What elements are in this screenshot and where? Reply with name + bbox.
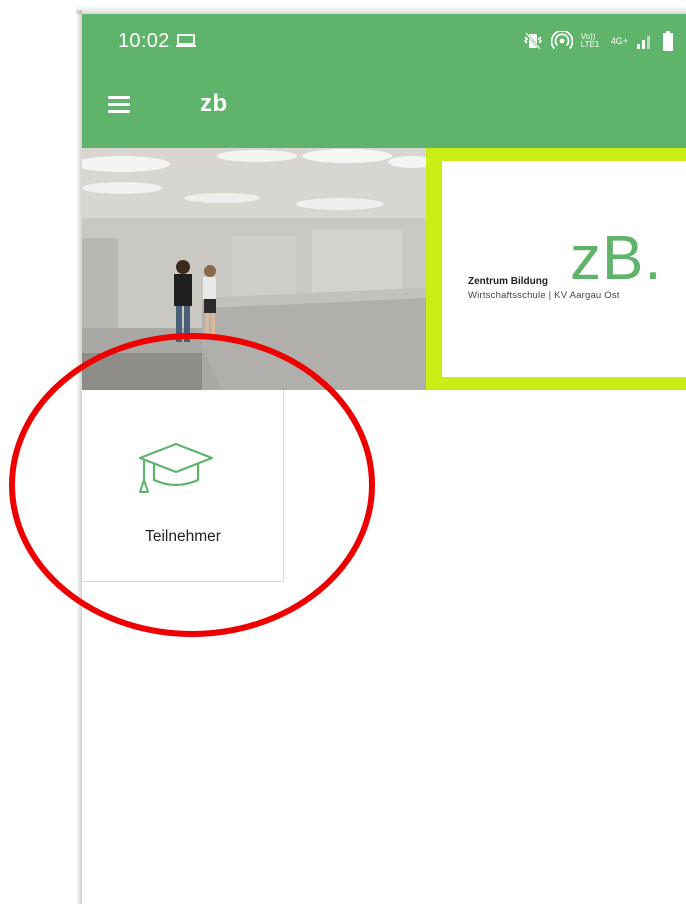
school-logo: zB. Zentrum Bildung Wirtschaftsschule | … — [442, 161, 686, 377]
hotspot-icon — [550, 31, 573, 50]
logo-mark: zB. — [570, 224, 663, 293]
battery-icon — [663, 31, 673, 51]
app-title: zb — [200, 90, 228, 117]
vibrate-off-icon — [523, 32, 542, 50]
status-time: 10:02 — [118, 30, 170, 52]
logo-subtitle: Wirtschaftsschule | KV Aargau Ost — [468, 290, 620, 301]
volte-label: Vo)) LTE1 — [580, 32, 600, 49]
app-bar: zb — [82, 68, 686, 148]
laptop-icon — [176, 34, 196, 47]
status-icons: Vo)) LTE1 4G+ — [523, 30, 674, 52]
menu-icon[interactable] — [108, 96, 130, 114]
status-bar: 10:02 Vo)) LTE1 4G+ — [82, 14, 686, 68]
logo-title: Zentrum Bildung — [468, 276, 548, 287]
frame-shadow-top — [76, 6, 686, 14]
network-type-label: 4G+ — [610, 36, 628, 46]
annotation-circle — [9, 333, 375, 637]
signal-icon — [637, 36, 650, 49]
school-logo-card: zB. Zentrum Bildung Wirtschaftsschule | … — [426, 148, 686, 390]
